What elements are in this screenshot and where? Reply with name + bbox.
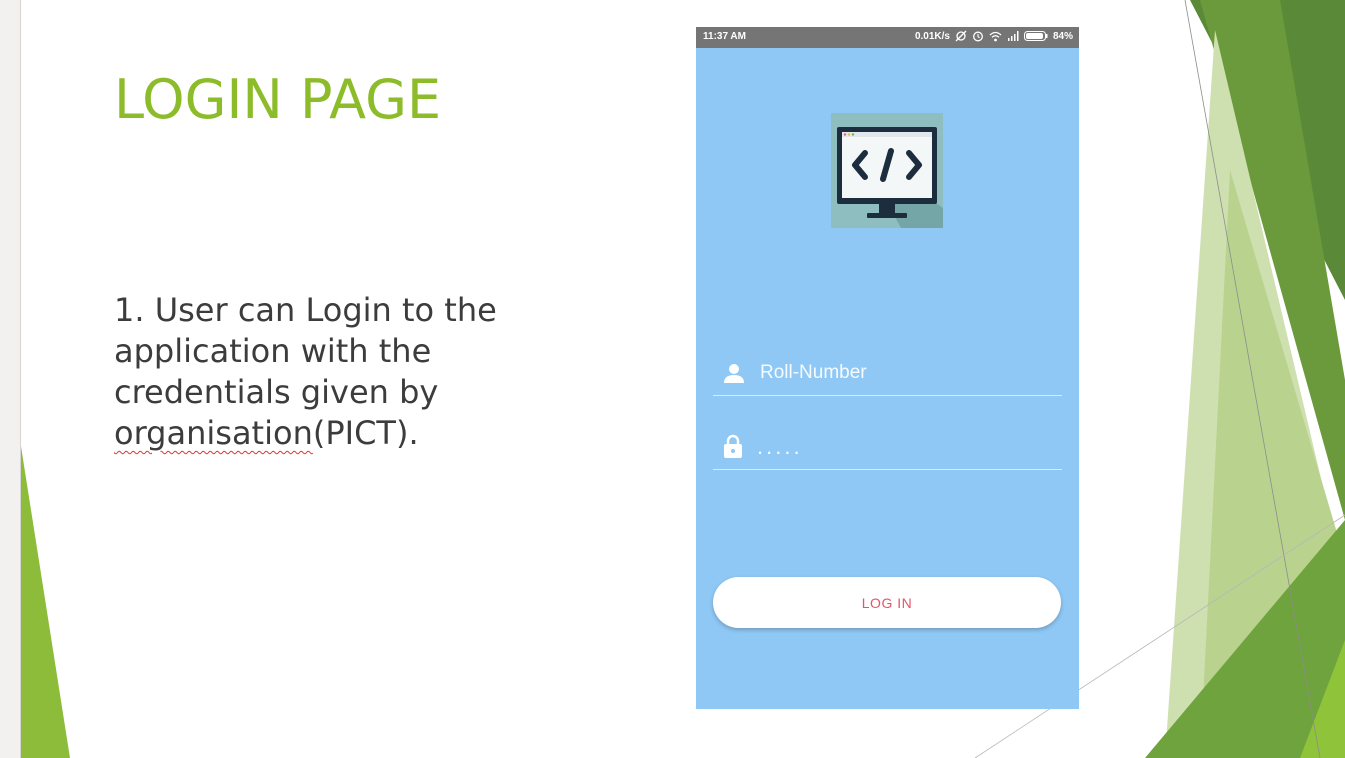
slide-bullet-text: 1. User can Login to the application wit… bbox=[114, 290, 584, 454]
net-speed-text: 0.01K/s bbox=[914, 30, 950, 42]
battery-percent: 84% bbox=[1052, 30, 1073, 42]
sync-off-icon bbox=[955, 30, 967, 42]
roll-number-placeholder: Roll-Number bbox=[760, 362, 867, 383]
slide-left-edge bbox=[0, 0, 21, 758]
status-bar: 11:37 AM 0.01K/s 84% bbox=[696, 27, 1079, 48]
slide-title: LOGIN PAGE bbox=[114, 68, 442, 131]
person-icon bbox=[723, 362, 745, 388]
password-dots: ..... bbox=[757, 434, 803, 459]
signal-icon bbox=[1007, 31, 1019, 41]
misspelled-word: organisation bbox=[114, 414, 313, 452]
wifi-icon bbox=[989, 31, 1002, 42]
password-field[interactable]: ..... bbox=[713, 428, 1062, 470]
bullet-text-part: 1. User can Login to the application wit… bbox=[114, 291, 497, 411]
bullet-text-suffix: (PICT). bbox=[312, 414, 419, 452]
status-time: 11:37 AM bbox=[703, 31, 746, 42]
battery-icon bbox=[1023, 31, 1048, 41]
code-monitor-icon bbox=[831, 113, 943, 228]
status-right-group: 0.01K/s 84% bbox=[915, 30, 1073, 42]
roll-number-field[interactable]: Roll-Number bbox=[713, 354, 1062, 396]
lock-icon bbox=[723, 434, 743, 462]
login-button[interactable]: LOG IN bbox=[713, 577, 1061, 628]
phone-screenshot: 11:37 AM 0.01K/s 84% Roll-Number ..... L… bbox=[696, 27, 1079, 709]
alarm-icon bbox=[972, 30, 984, 42]
